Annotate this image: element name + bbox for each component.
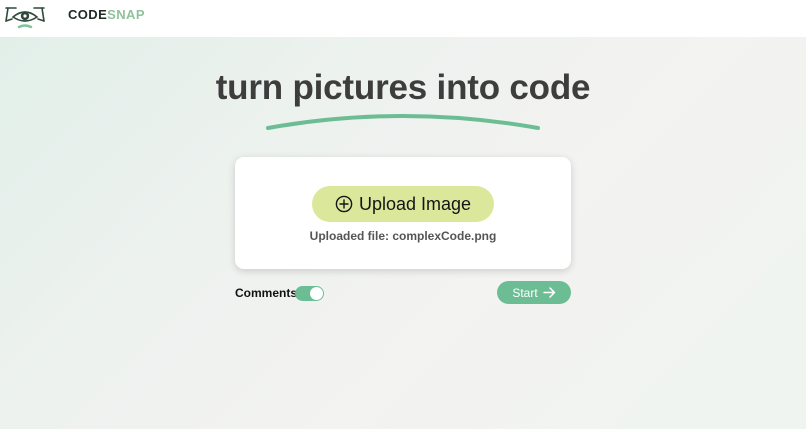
upload-card: Upload Image Uploaded file: complexCode.… xyxy=(235,157,571,269)
main-area: turn pictures into code Upload Image Upl… xyxy=(0,37,806,429)
headline-underline xyxy=(262,110,544,134)
camera-eye-logo-icon[interactable] xyxy=(2,3,48,33)
comments-toggle[interactable] xyxy=(295,286,324,301)
brand-part-snap: SNAP xyxy=(107,7,145,22)
top-bar: CODESNAP xyxy=(0,0,806,37)
brand-name[interactable]: CODESNAP xyxy=(68,8,145,22)
start-label: Start xyxy=(512,285,538,300)
page-headline: turn pictures into code xyxy=(215,68,591,107)
arrow-right-icon xyxy=(542,287,556,298)
start-button[interactable]: Start xyxy=(497,281,571,304)
comments-label: Comments xyxy=(235,286,298,300)
plus-circle-icon xyxy=(335,195,353,213)
upload-image-label: Upload Image xyxy=(358,193,472,214)
brand-part-code: CODE xyxy=(68,7,108,22)
uploaded-file-info: Uploaded file: complexCode.png xyxy=(309,229,497,243)
toggle-knob xyxy=(310,287,323,300)
upload-image-button[interactable]: Upload Image xyxy=(312,186,494,222)
